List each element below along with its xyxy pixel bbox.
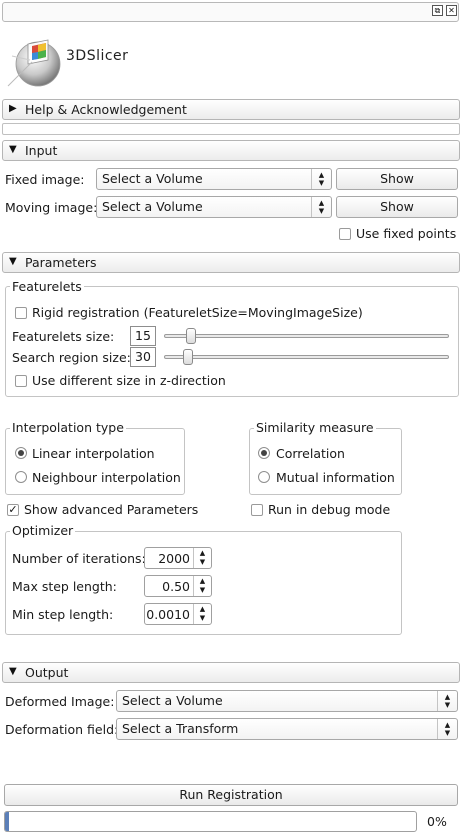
featurelets-group-title: Featurelets xyxy=(10,279,84,294)
min-step-spinbox[interactable]: 0.0010 ▲ ▼ xyxy=(144,603,212,625)
correlation-label: Correlation xyxy=(276,446,345,461)
input-section-header[interactable]: ▼ Input xyxy=(2,140,460,161)
iterations-label: Number of iterations: xyxy=(12,551,146,566)
collapse-arrow-icon: ▼ xyxy=(9,256,17,267)
correlation-radio[interactable] xyxy=(258,447,270,459)
deformation-field-label: Deformation field: xyxy=(5,722,119,737)
output-section-label: Output xyxy=(25,665,69,680)
linear-interpolation-radio[interactable] xyxy=(15,447,27,459)
fixed-image-value: Select a Volume xyxy=(102,171,203,186)
search-region-size-slider-handle[interactable] xyxy=(183,349,194,365)
collapse-arrow-icon: ▼ xyxy=(9,666,17,677)
app-logo-text: 3DSlicer xyxy=(66,48,129,64)
run-registration-button[interactable]: Run Registration xyxy=(4,784,458,806)
slicer-logo-icon xyxy=(2,26,66,90)
help-collapsed-area xyxy=(2,123,460,135)
panel-title-bar xyxy=(2,2,459,22)
debug-mode-label: Run in debug mode xyxy=(268,502,391,517)
max-step-value: 0.50 xyxy=(162,579,190,594)
rigid-registration-checkbox[interactable] xyxy=(15,307,27,319)
spin-arrows-icon[interactable]: ▲ ▼ xyxy=(193,548,211,568)
deformation-field-value: Select a Transform xyxy=(122,721,239,736)
featurelets-size-slider[interactable] xyxy=(164,334,449,338)
use-fixed-points-label: Use fixed points xyxy=(356,226,457,241)
progress-bar xyxy=(4,811,417,832)
collapse-arrow-icon: ▼ xyxy=(9,144,17,155)
progress-percent: 0% xyxy=(427,814,447,829)
float-icon[interactable]: ⧉ xyxy=(432,5,443,16)
deformed-image-label: Deformed Image: xyxy=(5,694,115,709)
neighbour-interpolation-label: Neighbour interpolation xyxy=(32,470,181,485)
close-icon[interactable]: ✕ xyxy=(446,5,457,16)
moving-image-value: Select a Volume xyxy=(102,199,203,214)
mutual-information-label: Mutual information xyxy=(276,470,395,485)
moving-image-selector[interactable]: Select a Volume ▲ ▼ xyxy=(96,196,332,218)
input-section-label: Input xyxy=(25,143,58,158)
featurelets-size-slider-handle[interactable] xyxy=(186,328,196,344)
fixed-image-label: Fixed image: xyxy=(5,172,85,187)
progress-fill xyxy=(5,812,10,831)
deformed-image-selector[interactable]: Select a Volume ▲ ▼ xyxy=(116,690,458,712)
z-direction-checkbox[interactable] xyxy=(15,375,27,387)
min-step-label: Min step length: xyxy=(12,607,114,622)
linear-interpolation-label: Linear interpolation xyxy=(32,446,155,461)
fixed-image-selector[interactable]: Select a Volume ▲ ▼ xyxy=(96,168,332,190)
expand-arrow-icon: ▶ xyxy=(9,103,17,114)
moving-image-label: Moving image: xyxy=(5,200,98,215)
min-step-value: 0.0010 xyxy=(146,607,190,622)
max-step-spinbox[interactable]: 0.50 ▲ ▼ xyxy=(144,575,212,597)
fixed-image-show-button[interactable]: Show xyxy=(336,168,458,190)
use-fixed-points-checkbox[interactable] xyxy=(339,228,351,240)
rigid-registration-label: Rigid registration (FeatureletSize=Movin… xyxy=(32,305,363,320)
moving-image-show-button[interactable]: Show xyxy=(336,196,458,218)
parameters-section-header[interactable]: ▼ Parameters xyxy=(2,252,460,273)
search-region-size-slider[interactable] xyxy=(164,355,449,359)
help-section-label: Help & Acknowledgement xyxy=(25,102,187,117)
help-section-header[interactable]: ▶ Help & Acknowledgement xyxy=(2,99,460,120)
similarity-group-title: Similarity measure xyxy=(254,420,376,435)
show-advanced-checkbox[interactable]: ✓ xyxy=(7,504,19,516)
max-step-label: Max step length: xyxy=(12,579,117,594)
neighbour-interpolation-radio[interactable] xyxy=(15,471,27,483)
combo-arrows-icon: ▲ ▼ xyxy=(311,197,331,217)
show-advanced-label: Show advanced Parameters xyxy=(24,502,199,517)
combo-arrows-icon: ▲ ▼ xyxy=(311,169,331,189)
combo-arrows-icon: ▲ ▼ xyxy=(437,691,457,711)
search-region-size-input[interactable]: 30 xyxy=(130,347,156,367)
featurelets-size-input[interactable]: 15 xyxy=(130,326,156,346)
deformation-field-selector[interactable]: Select a Transform ▲ ▼ xyxy=(116,718,458,740)
iterations-value: 2000 xyxy=(158,551,190,566)
optimizer-group-title: Optimizer xyxy=(10,523,76,538)
featurelets-size-label: Featurelets size: xyxy=(12,329,115,344)
search-region-size-label: Search region size: xyxy=(12,350,131,365)
spin-arrows-icon[interactable]: ▲ ▼ xyxy=(193,604,211,624)
interpolation-group-title: Interpolation type xyxy=(10,420,126,435)
z-direction-label: Use different size in z-direction xyxy=(32,373,226,388)
parameters-section-label: Parameters xyxy=(25,255,97,270)
mutual-information-radio[interactable] xyxy=(258,471,270,483)
spin-arrows-icon[interactable]: ▲ ▼ xyxy=(193,576,211,596)
output-section-header[interactable]: ▼ Output xyxy=(2,662,460,683)
debug-mode-checkbox[interactable] xyxy=(251,504,263,516)
deformed-image-value: Select a Volume xyxy=(122,693,223,708)
iterations-spinbox[interactable]: 2000 ▲ ▼ xyxy=(144,547,212,569)
combo-arrows-icon: ▲ ▼ xyxy=(437,719,457,739)
